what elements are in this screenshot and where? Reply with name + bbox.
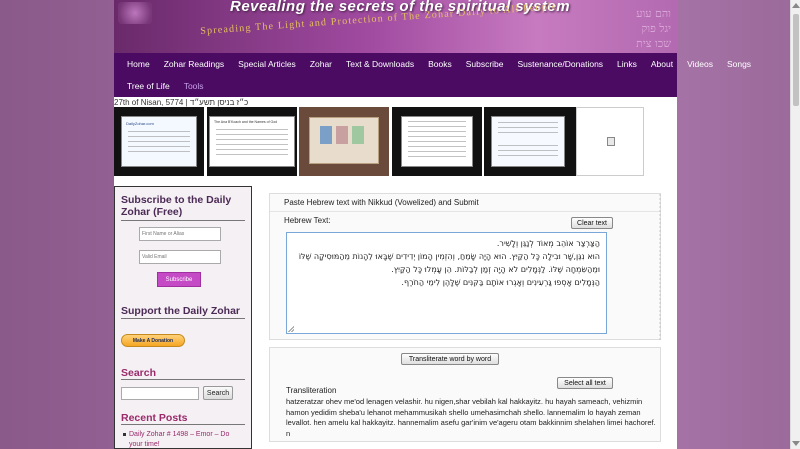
resize-handle-icon[interactable] (288, 326, 294, 332)
subscribe-button[interactable]: Subscribe (157, 272, 201, 287)
thumbnail-text-lines (498, 122, 558, 136)
hebrew-input-panel: Paste Hebrew text with Nikkud (Vowelized… (269, 193, 661, 340)
main-nav: Home Zohar Readings Special Articles Zoh… (114, 53, 751, 97)
clear-text-button[interactable]: Clear text (571, 217, 613, 229)
transliterate-button[interactable]: Transliterate word by word (401, 353, 499, 365)
thumbnail-image: DailyZohar.com (121, 116, 197, 167)
hebrew-line: שכו צית (636, 37, 671, 50)
scrollbar-thumb[interactable] (793, 14, 799, 106)
hebrew-textarea[interactable]: הַצַּרְצַר אוֹהֵב מְאוֹד לְנַגֵּן וְלָשִ… (286, 232, 607, 334)
thumbnail-text-lines (498, 145, 558, 159)
search-button[interactable]: Search (203, 386, 233, 400)
video-thumbnail-strip: DailyZohar.com The Ana B'Koach and the N… (114, 107, 644, 176)
nav-item-books[interactable]: Books (421, 59, 459, 69)
transliteration-output[interactable]: hatzeratzar ohev me'od lenagen velashir.… (286, 397, 656, 439)
search-heading: Search (121, 367, 157, 379)
video-thumbnail[interactable] (576, 107, 644, 176)
email-field[interactable] (139, 250, 221, 264)
thumbnail-text-lines (408, 121, 466, 161)
hebrew-text-line: הוּא נִגֵּן,שָׁר וּבִילָה כָּל הַקַּיִץ.… (298, 252, 600, 261)
hebrew-text-line: הַצַּרְצַר אוֹהֵב מְאוֹד לְנַגֵּן וְלָשִ… (496, 239, 600, 248)
thumbnail-caption: DailyZohar.com (126, 121, 154, 126)
first-name-field[interactable] (139, 227, 221, 241)
video-thumbnail[interactable]: DailyZohar.com (114, 107, 204, 176)
divider (121, 220, 245, 221)
transliteration-panel: Transliterate word by word Select all te… (269, 347, 661, 442)
thumbnail-image (309, 117, 379, 164)
hebrew-text-label: Hebrew Text: (284, 216, 331, 225)
select-all-button[interactable]: Select all text (557, 377, 613, 389)
thumbnail-text-lines (128, 131, 190, 153)
nav-item-songs[interactable]: Songs (720, 59, 758, 69)
panel-edge (659, 194, 661, 340)
thumbnail-text-lines (216, 129, 288, 159)
page-scrollbar[interactable] (790, 0, 800, 449)
thumbnail-figure (352, 126, 364, 144)
divider (270, 211, 660, 212)
video-thumbnail[interactable] (392, 107, 482, 176)
nav-item-zohar[interactable]: Zohar (303, 59, 339, 69)
nav-item-home[interactable]: Home (120, 59, 157, 69)
page: Revealing the secrets of the spiritual s… (114, 0, 751, 449)
search-input[interactable] (121, 387, 199, 400)
thumbnail-image (491, 116, 565, 167)
nav-item-subscribe[interactable]: Subscribe (459, 59, 511, 69)
divider (121, 424, 245, 425)
banner-hebrew-letters: והם עוע יגל פוק שכו צית (636, 6, 671, 51)
hebrew-line: והם עוע (636, 7, 671, 20)
video-thumbnail[interactable] (299, 107, 389, 176)
hebrew-line: יגל פוק (641, 22, 671, 35)
divider (121, 318, 245, 319)
nav-item-tree-of-life[interactable]: Tree of Life (120, 81, 177, 91)
scroll-up-arrow-icon[interactable] (792, 3, 800, 8)
recent-posts-heading: Recent Posts (121, 412, 188, 424)
thumbnail-image: The Ana B'Koach and the Names of God (209, 116, 295, 167)
nav-item-videos[interactable]: Videos (680, 59, 720, 69)
nav-row-1: Home Zohar Readings Special Articles Zoh… (120, 59, 758, 69)
thumbnail-caption: The Ana B'Koach and the Names of God (214, 120, 278, 124)
nav-item-about[interactable]: About (644, 59, 680, 69)
nav-item-sustenance-donations[interactable]: Sustenance/Donations (511, 59, 611, 69)
nav-item-text-downloads[interactable]: Text & Downloads (339, 59, 421, 69)
nav-item-special-articles[interactable]: Special Articles (231, 59, 303, 69)
divider (121, 379, 245, 380)
transliteration-label: Transliteration (286, 386, 337, 395)
thumbnail-figure (320, 126, 332, 144)
hebrew-date: 27th of Nisan, 5774 | כ״ז בניסן תשע״ד (114, 98, 249, 107)
recent-post-link[interactable]: Daily Zohar # 1498 – Emor – Do your time… (129, 430, 241, 449)
thumbnail-image (401, 116, 473, 167)
nav-item-tools[interactable]: Tools (177, 81, 211, 91)
header-banner: Revealing the secrets of the spiritual s… (114, 0, 677, 53)
nav-item-links[interactable]: Links (610, 59, 644, 69)
scroll-down-arrow-icon[interactable] (792, 441, 800, 446)
video-thumbnail[interactable]: The Ana B'Koach and the Names of God (207, 107, 297, 176)
support-heading: Support the Daily Zohar (121, 305, 241, 317)
tool-instructions: Paste Hebrew text with Nikkud (Vowelized… (284, 198, 479, 207)
thumbnail-figure (336, 126, 348, 144)
video-thumbnail[interactable] (484, 107, 576, 176)
nav-row-2: Tree of Life Tools (120, 81, 211, 91)
nav-item-zohar-readings[interactable]: Zohar Readings (157, 59, 231, 69)
banner-art (118, 2, 152, 24)
hebrew-text-line: הַנְּמָלִים אָסְפוּ גַּרְעִינִים וְאָגְר… (401, 278, 600, 287)
donate-button[interactable]: Make A Donation (121, 334, 185, 347)
hebrew-text-line: וּמֵהַשִּׂמְחָה שֶׁלּוֹ. לַנְּמָלִים לֹא… (391, 265, 600, 274)
broken-image-icon (607, 137, 615, 146)
sidebar: Subscribe to the Daily Zohar (Free) Subs… (114, 186, 252, 449)
list-bullet (123, 433, 126, 436)
subscribe-heading: Subscribe to the Daily Zohar (Free) (121, 194, 232, 218)
